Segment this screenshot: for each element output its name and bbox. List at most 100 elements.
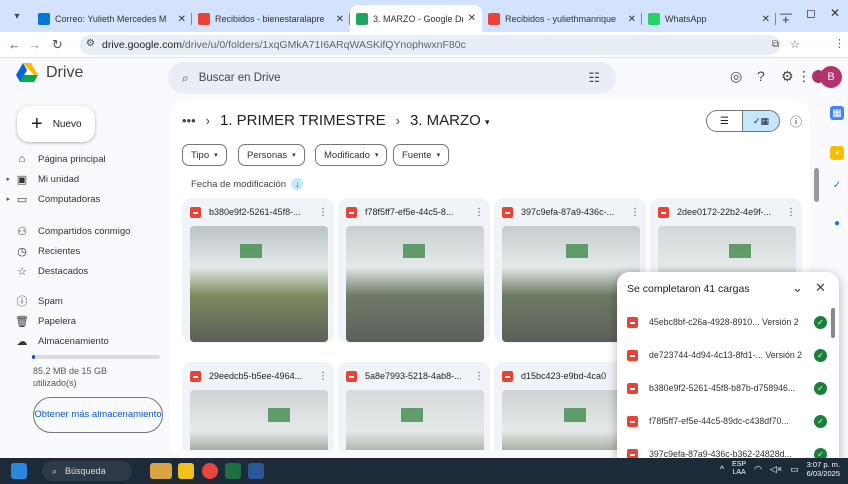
sidebar-item[interactable]: ▸ ▣ Mi unidad [0, 170, 165, 188]
collapse-chevron-icon[interactable]: ⌄ [792, 280, 803, 296]
offline-status-icon[interactable]: ◎ [730, 68, 742, 85]
browser-tab[interactable]: Recibidos - yuliethmanrique ✕ [482, 6, 642, 32]
battery-icon[interactable]: ▭ [790, 464, 799, 475]
file-card[interactable]: b380e9f2-5261-45f8-... ⋮ [182, 198, 334, 343]
word-icon[interactable] [248, 463, 264, 479]
filter-chip[interactable]: Personas ▾ [238, 144, 305, 166]
contacts-icon[interactable]: ● [830, 216, 844, 230]
breadcrumb-current[interactable]: 3. MARZO ▾ [410, 112, 490, 129]
settings-gear-icon[interactable]: ⚙ [781, 68, 794, 85]
breadcrumb-parent[interactable]: 1. PRIMER TRIMESTRE [220, 112, 386, 129]
close-tab-icon[interactable]: ✕ [336, 14, 344, 25]
clock[interactable]: 3:07 p. m. 6/03/2025 [807, 460, 840, 478]
drive-logo[interactable]: Drive [16, 63, 83, 83]
file-card[interactable]: 29eedcb5-b5ee-4964... ⋮ [182, 362, 334, 450]
view-toggle: ☰ ✓▦ [706, 110, 784, 132]
upload-complete-check-icon: ✓ [814, 414, 827, 428]
file-thumbnail[interactable] [190, 390, 328, 450]
drive-search-input[interactable]: ⌕ Buscar en Drive ☷ [168, 62, 616, 94]
browser-tab[interactable]: Correo: Yulieth Mercedes M ✕ [32, 6, 192, 32]
more-actions-icon[interactable]: ⋮ [786, 207, 796, 218]
close-tab-icon[interactable]: ✕ [468, 13, 476, 24]
site-info-icon[interactable]: ⚙ [86, 38, 95, 49]
more-actions-icon[interactable]: ⋮ [474, 207, 484, 218]
upload-row[interactable]: f78f5ff7-ef5e-44c5-89dc-c438df70... ✓ [617, 407, 839, 435]
projector-screen-image [401, 408, 423, 422]
url-field[interactable]: ⚙ drive.google.com/drive/u/0/folders/1xq… [80, 35, 780, 55]
filter-chip[interactable]: Fuente ▾ [393, 144, 450, 166]
grid-view-button[interactable]: ✓▦ [742, 110, 780, 132]
wifi-icon[interactable]: ◠ [754, 464, 762, 475]
filter-chip[interactable]: Modificado ▾ [315, 144, 388, 166]
chevron-down-icon: ▾ [436, 152, 441, 159]
upload-row[interactable]: de723744-4d94-4c13-8fd1-... Versión 2 ✓ [617, 341, 839, 369]
sidebar-item[interactable]: ⚇ Compartidos conmigo [0, 222, 165, 240]
back-icon[interactable]: ← [8, 37, 21, 52]
help-icon[interactable]: ? [757, 68, 765, 84]
reload-icon[interactable]: ↻ [52, 37, 63, 53]
maximize-button[interactable]: ◻ [806, 6, 816, 20]
search-options-icon[interactable]: ☷ [588, 70, 600, 86]
close-tab-icon[interactable]: ✕ [628, 14, 636, 25]
more-actions-icon[interactable]: ⋮ [630, 207, 640, 218]
sidebar-item[interactable]: ◷ Recientes [0, 242, 165, 260]
forward-icon[interactable]: → [28, 37, 41, 52]
close-window-button[interactable]: ✕ [830, 6, 840, 20]
sort-direction-icon[interactable]: ↓ [291, 178, 304, 190]
browser-menu-icon[interactable]: ⋮ [834, 37, 845, 50]
expand-arrow-icon[interactable]: ▸ [0, 195, 10, 203]
minimize-button[interactable]: — [780, 6, 792, 20]
file-card[interactable]: f78f5ff7-ef5e-44c5-8... ⋮ [338, 198, 490, 343]
chrome-icon[interactable] [202, 463, 218, 479]
sidebar-item[interactable]: ☆ Destacados [0, 262, 165, 280]
new-button[interactable]: + Nuevo [17, 106, 95, 142]
tasks-icon[interactable]: ✓ [830, 178, 844, 192]
content-scrollbar[interactable] [814, 168, 819, 202]
upload-row[interactable]: b380e9f2-5261-45f8-b87b-d758946... ✓ [617, 374, 839, 402]
keep-icon[interactable]: ▪ [830, 146, 844, 160]
account-avatar[interactable]: B [820, 66, 842, 88]
browser-tab[interactable]: 3. MARZO - Google Drive ✕ [350, 5, 482, 32]
more-actions-icon[interactable]: ⋮ [318, 207, 328, 218]
install-app-icon[interactable]: ⧉ [772, 39, 779, 50]
weather-icon[interactable] [150, 463, 172, 479]
file-thumbnail[interactable] [190, 226, 328, 342]
more-actions-icon[interactable]: ⋮ [318, 371, 328, 382]
calendar-icon[interactable]: ▦ [830, 106, 844, 120]
get-more-storage-button[interactable]: Obtener más almacenamiento [33, 397, 163, 433]
language-indicator[interactable]: ESP LAA [732, 461, 746, 477]
sidebar-item[interactable]: ▸ ▭ Computadoras [0, 190, 165, 208]
more-actions-icon[interactable]: ⋮ [474, 371, 484, 382]
excel-icon[interactable] [225, 463, 241, 479]
sidebar-item[interactable]: ⓘ Spam [0, 292, 165, 310]
browser-tab[interactable]: WhatsApp ✕ [642, 6, 776, 32]
tray-chevron-icon[interactable]: ^ [720, 464, 724, 474]
sidebar-item[interactable]: ⌂ Página principal [0, 150, 165, 168]
sort-control[interactable]: Fecha de modificación ↓ [191, 178, 304, 190]
browser-tab[interactable]: Recibidos - bienestaralapre ✕ [192, 6, 350, 32]
sidebar-item[interactable]: ☁ Almacenamiento [0, 332, 165, 350]
volume-icon[interactable]: ◁× [770, 464, 782, 475]
pdf-file-icon [627, 349, 638, 361]
upload-row[interactable]: 45ebc8bf-c26a-4928-8910... Versión 2 ✓ [617, 308, 839, 336]
filter-chip[interactable]: Tipo ▾ [182, 144, 227, 166]
tab-favicon-icon [38, 13, 50, 25]
file-explorer-icon[interactable] [178, 463, 194, 479]
file-name: 29eedcb5-b5ee-4964... [209, 371, 303, 381]
close-tab-icon[interactable]: ✕ [178, 14, 186, 25]
tab-search-icon[interactable]: ▾ [6, 5, 28, 27]
close-panel-icon[interactable]: ✕ [815, 280, 826, 296]
close-tab-icon[interactable]: ✕ [762, 14, 770, 25]
drive-logo-text: Drive [46, 64, 84, 81]
file-thumbnail[interactable] [346, 390, 484, 450]
breadcrumb-more-icon[interactable]: ••• [182, 113, 196, 128]
taskbar-search[interactable]: ⌕ Búsqueda [42, 461, 132, 481]
list-view-button[interactable]: ☰ [706, 110, 742, 132]
file-card[interactable]: 5a8e7993-5218-4ab8-... ⋮ [338, 362, 490, 450]
sidebar-item[interactable]: 🗑 Papelera [0, 312, 165, 330]
info-icon[interactable]: ⓘ [790, 113, 802, 130]
windows-start-icon[interactable] [11, 463, 27, 479]
file-thumbnail[interactable] [346, 226, 484, 342]
expand-arrow-icon[interactable]: ▸ [0, 175, 10, 183]
bookmark-star-icon[interactable]: ☆ [790, 38, 800, 51]
